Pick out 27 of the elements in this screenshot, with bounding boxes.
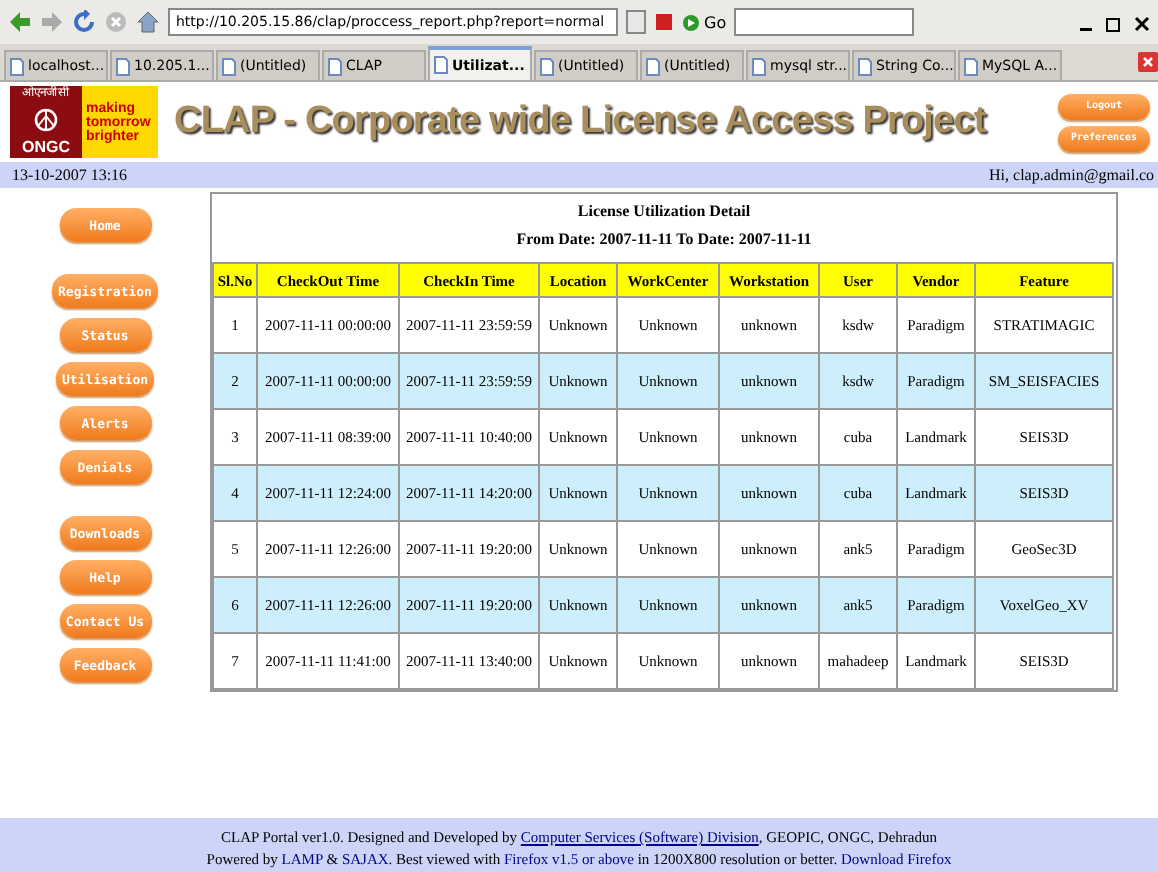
page-icon — [116, 57, 130, 75]
go-button[interactable]: Go — [682, 13, 727, 31]
go-icon — [682, 13, 700, 31]
search-field[interactable] — [734, 8, 915, 36]
page-icon — [646, 57, 660, 75]
page-icon — [434, 56, 448, 74]
bookmark-icon[interactable] — [654, 12, 674, 32]
report-title: License Utilization Detail — [575, 202, 753, 220]
logo-text: ONGC — [22, 140, 70, 156]
dropdown-button[interactable] — [626, 10, 646, 34]
site-title: CLAP - Corporate wide License Access Project — [174, 100, 986, 144]
user-greeting: Hi, clap.admin@gmail.co — [989, 166, 1154, 184]
home-icon[interactable] — [136, 10, 160, 34]
page-icon — [540, 57, 554, 75]
page-icon — [328, 57, 342, 75]
close-icon[interactable] — [1134, 13, 1150, 31]
maximize-icon[interactable] — [1106, 13, 1122, 31]
reload-icon[interactable] — [72, 10, 96, 34]
page-icon — [222, 57, 236, 75]
page-icon — [964, 57, 978, 75]
page-icon — [10, 57, 24, 75]
back-icon[interactable] — [8, 10, 32, 34]
date-time: 13-10-2007 13:16 — [12, 166, 128, 184]
page-icon — [858, 57, 872, 75]
emblem-icon — [32, 108, 60, 132]
report-subtitle: From Date: 2007-11-11 To Date: 2007-11-11 — [514, 230, 814, 248]
page-icon — [752, 57, 766, 75]
